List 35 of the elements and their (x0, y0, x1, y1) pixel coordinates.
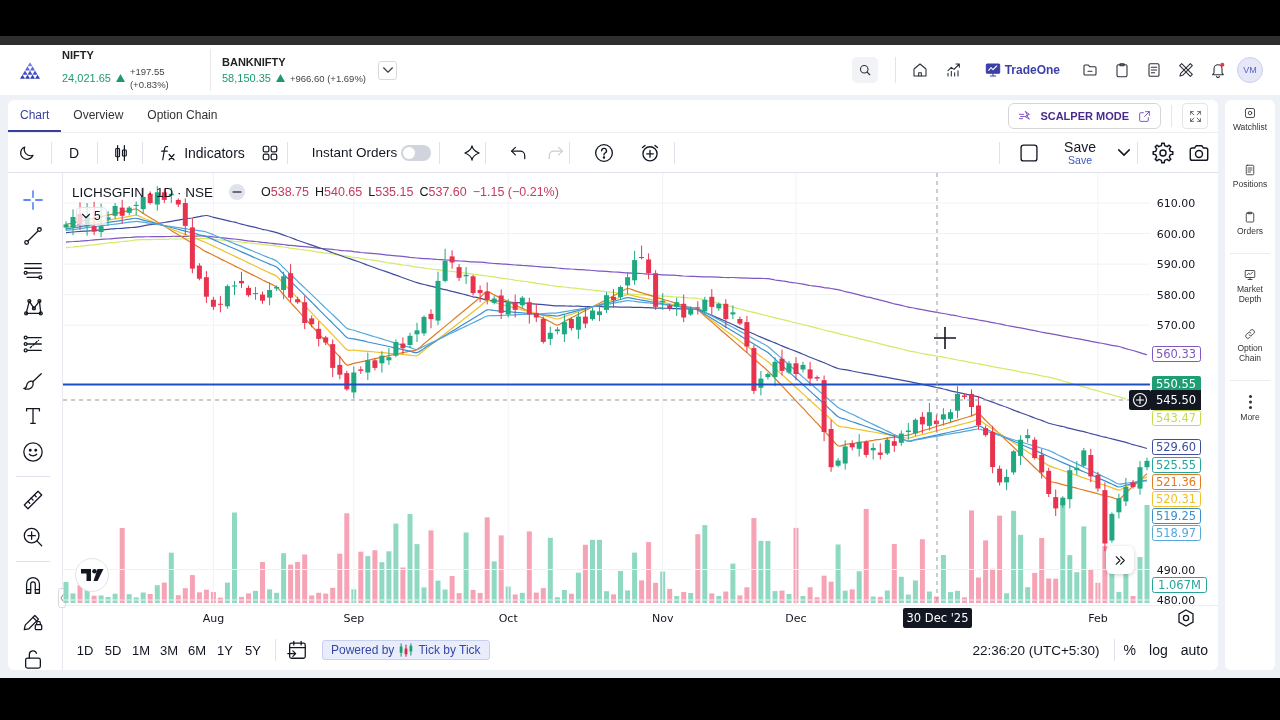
time-axis-label: Dec (785, 612, 807, 625)
ohlc-value: C537.60 (419, 185, 467, 199)
time-axis-label: Nov (651, 612, 674, 625)
ticker-price: 24,021.65 (62, 71, 111, 85)
time-axis-label: Oct (498, 612, 518, 625)
crosshair-price-tag: 545.50 (1151, 390, 1201, 410)
price-change: −1.15 (−0.21%) (472, 185, 559, 199)
price-axis-label: 580.00 (1156, 288, 1196, 302)
ohlc-value: L535.15 (368, 185, 414, 199)
price-tag: 519.25 (1152, 508, 1201, 524)
price-tag: 518.97 (1152, 525, 1201, 541)
price-axis-label: 600.00 (1156, 227, 1196, 241)
price-axis-label: 480.00 (1156, 594, 1196, 607)
price-tag: 529.60 (1152, 439, 1201, 455)
price-axis-label: 570.00 (1156, 319, 1196, 333)
time-axis-label: Aug (202, 612, 225, 625)
ohlc-value: O538.75 (261, 185, 309, 199)
price-axis-label: 590.00 (1156, 258, 1196, 272)
crosshair-date-tag: 30 Dec '25 (903, 608, 972, 628)
price-tag: 525.55 (1152, 457, 1201, 473)
price-axis-label: 610.00 (1156, 197, 1196, 210)
ticker-change: +966.60 (+1.69%) (289, 71, 366, 85)
volume-tag: 1.067M (1152, 577, 1207, 593)
price-tag: 560.33 (1152, 346, 1201, 362)
price-tag: 520.31 (1152, 491, 1201, 507)
price-tag: 543.47 (1152, 410, 1201, 426)
time-axis-label: Sep (343, 612, 365, 625)
ticker-price: 58,150.35 (222, 71, 271, 85)
price-tag: 521.36 (1152, 474, 1201, 490)
instant-orders-label: Instant Orders (311, 145, 398, 160)
price-axis-label: 490.00 (1156, 563, 1196, 577)
time-axis-label: Feb (1088, 612, 1108, 625)
ticker-change: +197.55 (+0.83%) (129, 65, 170, 91)
clock-text: 22:36:20 (UTC+5:30) (972, 642, 1100, 658)
ohlc-value: H540.65 (315, 185, 363, 199)
